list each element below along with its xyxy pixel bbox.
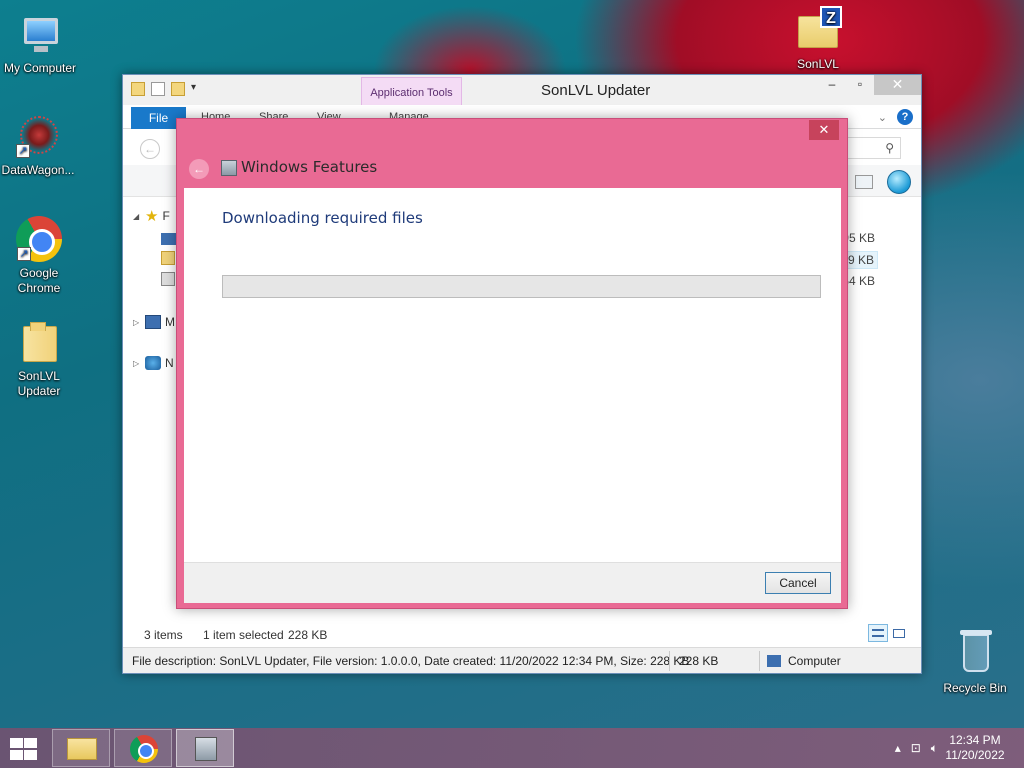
clock[interactable]: 12:34 PM 11/20/2022 bbox=[940, 733, 1010, 763]
desktop-icon-sonlvl-updater[interactable]: SonLVL Updater bbox=[0, 318, 79, 399]
globe-icon[interactable] bbox=[887, 170, 911, 194]
computer-icon bbox=[16, 10, 64, 58]
chrome-icon: ↗ bbox=[15, 215, 63, 263]
dialog-body: Downloading required files bbox=[184, 188, 841, 562]
search-input[interactable]: ⚲ bbox=[841, 137, 901, 159]
star-icon: ★ bbox=[145, 208, 159, 225]
file-explorer-icon bbox=[67, 738, 97, 760]
folder-icon bbox=[15, 318, 63, 366]
close-button[interactable]: ✕ bbox=[874, 75, 921, 95]
expand-icon[interactable]: ▷ bbox=[133, 359, 141, 368]
desktop-icon-label: DataWagon... bbox=[1, 163, 75, 177]
desktop-icon-my-computer[interactable]: My Computer bbox=[0, 10, 80, 76]
status-divider bbox=[759, 651, 760, 671]
datawagon-icon: ↗ bbox=[14, 112, 62, 160]
windows-features-icon bbox=[221, 160, 237, 176]
collapse-icon[interactable]: ◢ bbox=[133, 212, 141, 221]
search-icon: ⚲ bbox=[885, 141, 894, 155]
file-details: File description: SonLVL Updater, File v… bbox=[132, 654, 690, 668]
volume-icon[interactable]: 🔈︎ bbox=[931, 741, 938, 756]
desktop-icon-datawagon[interactable]: ↗ DataWagon... bbox=[0, 112, 78, 178]
download-status-heading: Downloading required files bbox=[222, 209, 423, 227]
item-count: 3 items bbox=[144, 628, 183, 642]
help-icon[interactable]: ? bbox=[897, 109, 913, 125]
downloads-nav-icon[interactable] bbox=[161, 251, 175, 265]
desktop-icon-label: SonLVL bbox=[797, 57, 839, 71]
status-divider bbox=[669, 651, 670, 671]
windows-features-icon bbox=[195, 737, 217, 761]
desktop-icon-label: SonLVL Updater bbox=[17, 369, 61, 398]
dialog-footer: Cancel bbox=[184, 562, 841, 603]
desktop-nav-icon[interactable] bbox=[161, 233, 177, 245]
show-hidden-icons-icon[interactable]: ▴ bbox=[895, 741, 901, 756]
clock-date: 11/20/2022 bbox=[945, 748, 1005, 762]
back-button[interactable]: ← bbox=[140, 139, 160, 159]
details-status-bar: File description: SonLVL Updater, File v… bbox=[123, 647, 921, 673]
download-progress-bar bbox=[222, 275, 821, 298]
explorer-title: SonLVL Updater bbox=[541, 82, 651, 99]
preview-pane-icon[interactable] bbox=[855, 175, 873, 189]
application-tools-group: Application Tools bbox=[361, 77, 462, 105]
file-size-status: 228 KB bbox=[679, 654, 719, 668]
desktop-icon-recycle-bin[interactable]: Recycle Bin bbox=[935, 630, 1015, 696]
selection-size: 228 KB bbox=[288, 628, 328, 642]
details-view-button[interactable] bbox=[868, 624, 888, 642]
explorer-title-bar: ▾ Application Tools SonLVL Updater – ▫ ✕ bbox=[123, 75, 921, 105]
close-button[interactable]: ✕ bbox=[809, 120, 839, 140]
window-controls: – ▫ ✕ bbox=[818, 75, 921, 95]
cancel-button[interactable]: Cancel bbox=[765, 572, 831, 594]
recent-places-nav-icon[interactable] bbox=[161, 272, 175, 286]
folder-icon[interactable] bbox=[131, 82, 145, 96]
expand-ribbon-icon[interactable]: ⌄ bbox=[878, 111, 887, 124]
network-icon bbox=[145, 356, 161, 370]
nav-computer-label: M bbox=[165, 315, 175, 329]
desktop-icon-label: My Computer bbox=[3, 61, 77, 75]
tray-icons: ▴ ⊡ 🔈︎ bbox=[895, 741, 938, 756]
customize-qat-icon[interactable]: ▾ bbox=[191, 82, 196, 96]
back-button[interactable]: ← bbox=[189, 159, 209, 179]
nav-favorites[interactable]: ◢ ★ F bbox=[133, 207, 170, 225]
taskbar: ▴ ⊡ 🔈︎ 12:34 PM 11/20/2022 bbox=[0, 728, 1024, 768]
nav-network-label: N bbox=[165, 356, 174, 370]
nav-computer[interactable]: ▷ M bbox=[133, 315, 175, 329]
items-status-bar: 3 items 1 item selected 228 KB bbox=[123, 619, 921, 647]
taskbar-file-explorer[interactable] bbox=[52, 729, 110, 767]
large-icons-view-button[interactable] bbox=[889, 624, 909, 642]
computer-icon bbox=[767, 655, 781, 667]
chrome-icon bbox=[130, 735, 158, 763]
expand-icon[interactable]: ▷ bbox=[133, 318, 141, 327]
clock-time: 12:34 PM bbox=[949, 733, 1001, 747]
zip-folder-icon: Z bbox=[794, 6, 842, 54]
desktop-icon-sonlvl[interactable]: Z SonLVL bbox=[778, 6, 858, 72]
recycle-bin-icon bbox=[951, 630, 999, 678]
windows-features-dialog: ✕ ← Windows Features Downloading require… bbox=[176, 118, 848, 609]
desktop-icon-google-chrome[interactable]: ↗ Google Chrome bbox=[0, 215, 79, 296]
computer-icon bbox=[145, 315, 161, 329]
ribbon-right-controls: ⌄ ? bbox=[878, 109, 913, 125]
details-view-icon bbox=[872, 629, 884, 637]
properties-icon[interactable] bbox=[151, 82, 165, 96]
new-folder-icon[interactable] bbox=[171, 82, 185, 96]
dialog-title: Windows Features bbox=[241, 158, 378, 176]
network-icon[interactable]: ⊡ bbox=[911, 741, 921, 756]
minimize-button[interactable]: – bbox=[818, 75, 846, 95]
desktop-icon-label: Recycle Bin bbox=[943, 681, 1007, 695]
location-status: Computer bbox=[788, 654, 841, 668]
nav-network[interactable]: ▷ N bbox=[133, 356, 174, 370]
large-icons-view-icon bbox=[893, 629, 905, 638]
nav-favorites-label: F bbox=[162, 209, 170, 223]
selection-count: 1 item selected bbox=[203, 628, 284, 642]
taskbar-windows-features[interactable] bbox=[176, 729, 234, 767]
taskbar-google-chrome[interactable] bbox=[114, 729, 172, 767]
start-button[interactable] bbox=[8, 737, 38, 761]
quick-access-toolbar: ▾ bbox=[131, 82, 196, 96]
maximize-button[interactable]: ▫ bbox=[846, 75, 874, 95]
desktop-icon-label: Google Chrome bbox=[17, 266, 61, 295]
